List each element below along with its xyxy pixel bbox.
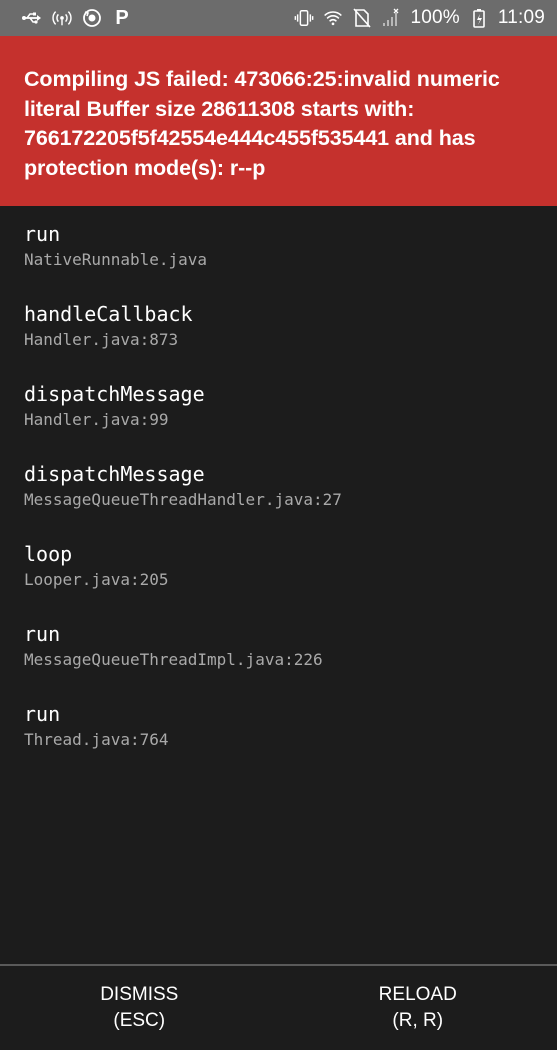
stack-frame[interactable]: run MessageQueueThreadImpl.java:226 (24, 620, 557, 700)
dismiss-button[interactable]: DISMISS (ESC) (0, 966, 279, 1050)
status-bar: P 100% 11:09 (0, 0, 557, 36)
status-bar-left: P (22, 6, 132, 29)
stack-frame-method: dispatchMessage (24, 462, 205, 486)
no-sim-icon (352, 8, 372, 28)
stack-frame-location: MessageQueueThreadHandler.java:27 (24, 490, 342, 509)
sync-icon (82, 8, 102, 28)
reload-button-shortcut: (R, R) (392, 1010, 444, 1031)
battery-percent: 100% (410, 7, 460, 28)
battery-charging-icon (469, 8, 489, 28)
stack-frame[interactable]: run NativeRunnable.java (24, 220, 557, 300)
wifi-icon (323, 8, 343, 28)
clock: 11:09 (497, 7, 545, 28)
cell-signal-icon (381, 8, 401, 28)
stack-trace-list[interactable]: run NativeRunnable.java handleCallback H… (0, 206, 557, 780)
reload-button[interactable]: RELOAD (R, R) (279, 966, 557, 1050)
stack-frame[interactable]: handleCallback Handler.java:873 (24, 300, 557, 380)
stack-frame-location: MessageQueueThreadImpl.java:226 (24, 650, 323, 669)
stack-frame[interactable]: loop Looper.java:205 (24, 540, 557, 620)
wifi-hotspot-icon (52, 8, 72, 28)
stack-frame-method: run (24, 702, 61, 726)
dismiss-button-label: DISMISS (100, 984, 179, 1005)
usb-icon (22, 8, 42, 28)
footer-bar: DISMISS (ESC) RELOAD (R, R) (0, 964, 557, 1050)
stack-frame[interactable]: dispatchMessage Handler.java:99 (24, 380, 557, 460)
stack-frame-location: Thread.java:764 (24, 730, 169, 749)
stack-frame-method: loop (24, 542, 73, 566)
stack-frame-method: handleCallback (24, 302, 193, 326)
error-banner: Compiling JS failed: 473066:25:invalid n… (0, 36, 557, 206)
stack-frame-method: dispatchMessage (24, 382, 205, 406)
dismiss-button-shortcut: (ESC) (113, 1010, 166, 1031)
error-message: Compiling JS failed: 473066:25:invalid n… (24, 67, 500, 180)
stack-frame[interactable]: run Thread.java:764 (24, 700, 557, 780)
stack-frame-method: run (24, 222, 61, 246)
stack-frame-method: run (24, 622, 61, 646)
status-bar-right: 100% 11:09 (294, 7, 545, 29)
stack-frame[interactable]: dispatchMessage MessageQueueThreadHandle… (24, 460, 557, 540)
stack-frame-location: NativeRunnable.java (24, 250, 208, 269)
stack-frame-location: Looper.java:205 (24, 570, 169, 589)
stack-frame-location: Handler.java:99 (24, 410, 169, 429)
stack-frame-location: Handler.java:873 (24, 330, 179, 349)
reload-button-label: RELOAD (378, 984, 457, 1005)
vibrate-icon (294, 8, 314, 28)
parking-p-icon: P (115, 6, 129, 29)
